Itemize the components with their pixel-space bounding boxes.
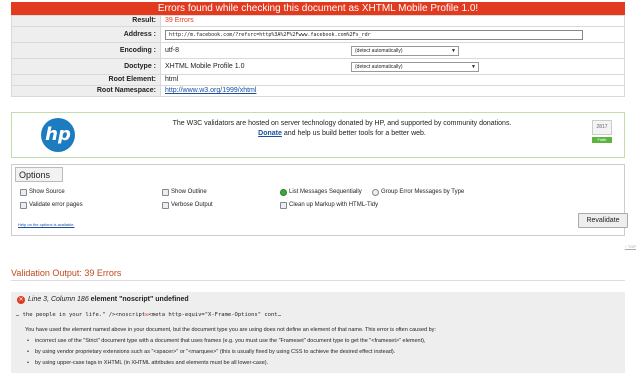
options-help-link[interactable]: Help on the options is available. xyxy=(18,222,74,227)
explanation-bullet: incorrect use of the "Strict" document t… xyxy=(25,336,436,347)
result-row: Result: 39 Errors xyxy=(11,15,625,27)
sponsor-box: hp The W3C validators are hosted on serv… xyxy=(11,112,625,158)
sponsor-text: The W3C validators are hosted on server … xyxy=(122,119,562,139)
group-errors-label: Group Error Messages by Type xyxy=(381,189,465,195)
address-input[interactable]: http://m.facebook.com/?refsrc=http%3A%2F… xyxy=(165,29,583,40)
address-label: Address : xyxy=(11,26,161,43)
encoding-select[interactable]: (detect automatically) ▼ xyxy=(351,45,459,56)
sponsor-line-2-text: and help us build better tools for a bet… xyxy=(281,130,426,137)
radio-icon[interactable] xyxy=(280,188,287,196)
options-title: Options xyxy=(15,167,63,182)
encoding-value: utf-8 xyxy=(165,46,180,54)
error-item: ✕ Line 3, Column 186 element "noscript" … xyxy=(11,292,625,373)
validate-error-pages-label: Validate error pages xyxy=(29,202,83,208)
checkbox-icon[interactable] xyxy=(20,188,27,196)
encoding-select-value: (detect automatically) xyxy=(355,47,403,54)
root-element-value: html xyxy=(160,74,625,86)
error-icon: ✕ xyxy=(17,296,25,304)
explanation-text: You have used the element named above in… xyxy=(25,327,436,333)
verbose-output-option[interactable]: Verbose Output xyxy=(162,201,213,209)
validate-error-pages-option[interactable]: Validate error pages xyxy=(20,201,83,209)
error-location: Line 3, Column 186 xyxy=(28,296,89,303)
list-sequentially-option[interactable]: List Messages Sequentially xyxy=(280,188,362,196)
doctype-select-value: (detect automatically) xyxy=(355,63,403,70)
doctype-row: Doctype : XHTML Mobile Profile 1.0 (dete… xyxy=(11,58,625,75)
hp-logo[interactable]: hp xyxy=(24,117,86,153)
encoding-row: Encoding : utf-8 (detect automatically) ▼ xyxy=(11,42,625,59)
error-explanation: You have used the element named above in… xyxy=(25,325,436,369)
group-errors-option[interactable]: Group Error Messages by Type xyxy=(372,188,464,196)
checkbox-icon[interactable] xyxy=(162,188,169,196)
checkbox-icon[interactable] xyxy=(162,201,169,209)
validation-output-title: Validation Output: 39 Errors xyxy=(11,268,122,278)
checkbox-icon[interactable] xyxy=(20,201,27,209)
cleanup-tidy-option[interactable]: Clean up Markup with HTML-Tidy xyxy=(280,201,378,209)
hp-logo-mark: hp xyxy=(41,118,75,152)
doctype-label: Doctype : xyxy=(11,58,161,75)
flattr-label: Flattr xyxy=(597,137,607,142)
sponsor-line-2: Donate and help us build better tools fo… xyxy=(122,129,562,139)
divider xyxy=(11,280,625,281)
snippet-before: … the people in your life." /><noscript xyxy=(16,312,146,318)
show-outline-label: Show Outline xyxy=(171,189,207,195)
verbose-output-label: Verbose Output xyxy=(171,202,213,208)
namespace-link[interactable]: http://www.w3.org/1999/xhtml xyxy=(165,87,256,94)
list-sequentially-label: List Messages Sequentially xyxy=(289,189,362,195)
snippet-after: <meta http-equiv="X-Frame-Options" cont… xyxy=(148,312,281,318)
root-namespace-row: Root Namespace: http://www.w3.org/1999/x… xyxy=(11,85,625,97)
result-value: 39 Errors xyxy=(160,15,625,27)
error-heading: Line 3, Column 186 element "noscript" un… xyxy=(28,295,189,305)
checkbox-icon[interactable] xyxy=(280,201,287,209)
chevron-down-icon: ▼ xyxy=(471,63,476,70)
show-source-label: Show Source xyxy=(29,189,65,195)
error-message: element "noscript" undefined xyxy=(90,296,189,303)
top-link[interactable]: ↑ TOP xyxy=(625,244,636,249)
doctype-value: XHTML Mobile Profile 1.0 xyxy=(165,62,245,70)
donate-link[interactable]: Donate xyxy=(258,130,282,137)
doctype-select[interactable]: (detect automatically) ▼ xyxy=(351,61,479,72)
result-table: Result: 39 Errors Address : http://m.fac… xyxy=(11,15,625,97)
result-label: Result: xyxy=(11,15,161,27)
chevron-down-icon: ▼ xyxy=(451,47,456,54)
radio-icon[interactable] xyxy=(372,188,379,196)
explanation-bullet: by using upper-case tags in XHTML (in XH… xyxy=(25,358,436,369)
address-row: Address : http://m.facebook.com/?refsrc=… xyxy=(11,26,625,43)
root-namespace-label: Root Namespace: xyxy=(11,85,161,97)
encoding-label: Encoding : xyxy=(11,42,161,59)
cleanup-tidy-label: Clean up Markup with HTML-Tidy xyxy=(289,202,379,208)
revalidate-button[interactable]: Revalidate xyxy=(578,213,628,228)
show-source-option[interactable]: Show Source xyxy=(20,188,65,196)
explanation-bullet: by using vendor proprietary extensions s… xyxy=(25,347,436,358)
sponsor-line-1: The W3C validators are hosted on server … xyxy=(172,120,512,127)
error-banner: Errors found while checking this documen… xyxy=(11,2,625,15)
error-snippet: … the people in your life." /><noscript✉… xyxy=(11,310,625,321)
flattr-count: 2817 xyxy=(592,120,612,135)
root-element-row: Root Element: html xyxy=(11,74,625,86)
show-outline-option[interactable]: Show Outline xyxy=(162,188,207,196)
root-element-label: Root Element: xyxy=(11,74,161,86)
flattr-button[interactable]: Flattr xyxy=(592,137,612,143)
flattr-widget[interactable]: 2817 Flattr xyxy=(592,120,612,143)
options-panel: Options Show Source Show Outline List Me… xyxy=(11,164,628,236)
